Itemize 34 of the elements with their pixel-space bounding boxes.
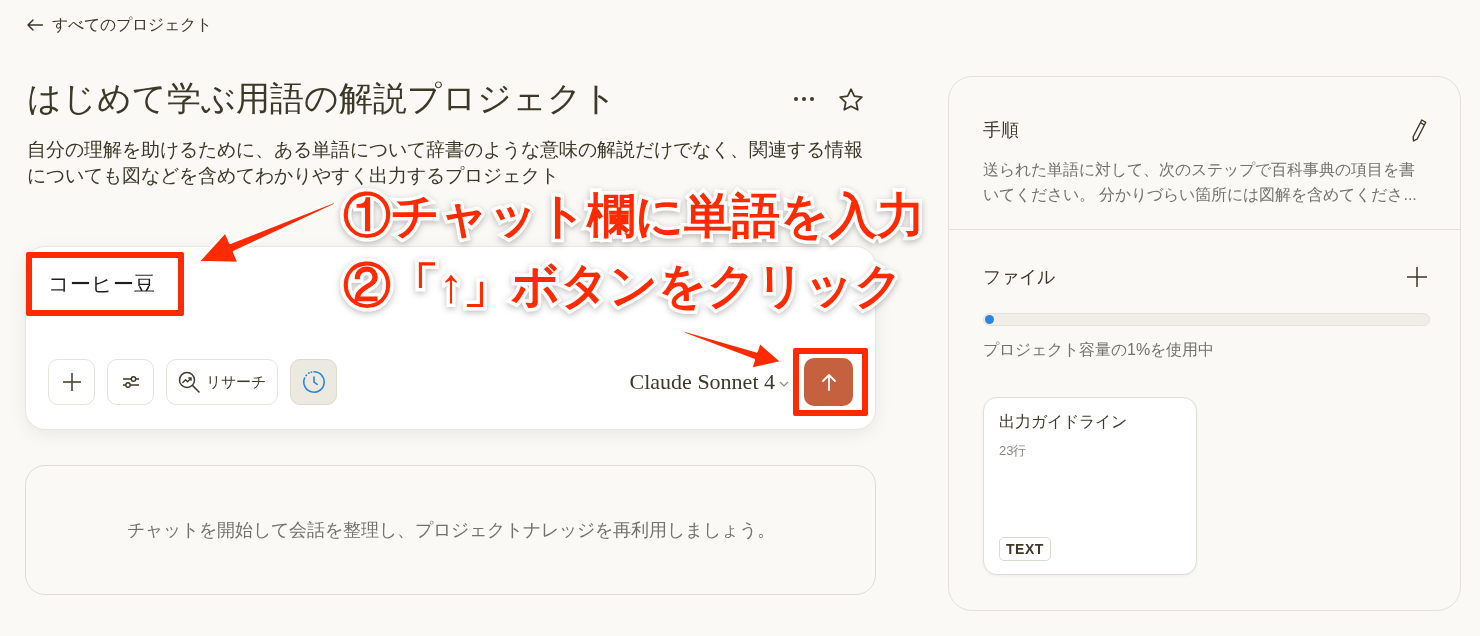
storage-usage-text: プロジェクト容量の1%を使用中 <box>983 340 1216 360</box>
project-title: はじめて学ぶ用語の解説プロジェクト <box>27 79 617 119</box>
sliders-icon <box>121 375 140 389</box>
file-card[interactable]: 出力ガイドライン 23行 TEXT <box>983 397 1197 575</box>
file-type-tag: TEXT <box>999 537 1051 561</box>
chevron-down-icon <box>779 381 789 387</box>
instructions-heading: 手順 <box>983 119 1019 142</box>
file-name: 出力ガイドライン <box>999 412 1128 432</box>
edit-instructions-button[interactable] <box>1410 118 1428 142</box>
clock-toggle-button[interactable] <box>290 359 337 405</box>
plus-icon <box>1407 267 1427 287</box>
files-heading: ファイル <box>983 266 1055 289</box>
ellipsis-icon <box>794 97 814 101</box>
chat-input[interactable]: コーヒー豆 <box>48 271 176 297</box>
add-button[interactable] <box>48 359 95 405</box>
callout-text: ②「↑」ボタンをクリック <box>343 262 903 310</box>
callout-text: ①チャット欄に単語を入力 <box>343 192 925 240</box>
project-description: 自分の理解を助けるために、ある単語について辞書のような意味の解説だけでなく、関連する情報についても図などを含めてわかりやすく出力するプロジェクト <box>27 138 864 188</box>
arrow-up-icon <box>820 373 837 391</box>
back-link[interactable]: すべてのプロジェクト <box>27 14 212 36</box>
star-icon <box>839 87 863 111</box>
research-button[interactable]: リサーチ <box>166 359 278 405</box>
empty-state-message: チャットを開始して会話を整理し、プロジェクトナレッジを再利用しましょう。 <box>126 519 775 542</box>
send-button[interactable] <box>804 358 853 406</box>
clock-icon <box>301 370 326 394</box>
plus-icon <box>62 373 81 391</box>
back-arrow-icon <box>27 19 43 31</box>
search-icon <box>178 371 200 393</box>
file-line-count: 23行 <box>999 442 1028 460</box>
instructions-text: 送られた単語に対して、次のステップで百科事典の項目を書いてください。 分かりづらい箇所には図解を含めてくださ... <box>983 160 1418 205</box>
star-button[interactable] <box>838 86 864 112</box>
pencil-icon <box>1411 118 1427 142</box>
settings-button[interactable] <box>107 359 154 405</box>
add-file-button[interactable] <box>1406 266 1428 288</box>
